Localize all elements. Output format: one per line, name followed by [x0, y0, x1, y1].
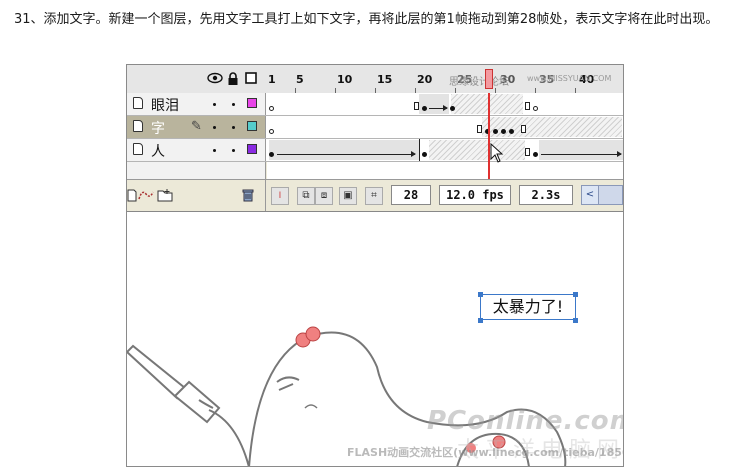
lock-icon[interactable] [227, 72, 239, 89]
mouse-cursor-icon [490, 143, 504, 163]
tween-span [269, 140, 419, 160]
layer-label: 字 [151, 121, 165, 137]
frame-end-marker[interactable] [414, 102, 419, 110]
motion-tween-arrow [429, 105, 448, 111]
edit-multiple-frames-button[interactable]: ▣ [339, 187, 357, 205]
keyframe[interactable] [509, 129, 514, 134]
layer-color-swatch[interactable] [247, 121, 257, 131]
flash-editor-window: 1 5 10 15 20 25 30 35 40 思缘设计论坛 www.MISS… [126, 64, 624, 467]
layer-row-person[interactable]: 人 [127, 139, 623, 162]
layer-icon [133, 143, 143, 155]
playhead-line [488, 93, 490, 185]
frame-track[interactable] [267, 93, 623, 115]
layer-label: 人 [151, 144, 165, 160]
selection-handle[interactable] [478, 292, 483, 297]
visibility-dot[interactable] [213, 149, 216, 152]
keyframe[interactable] [269, 152, 274, 157]
stage-text-field[interactable]: 太暴力了! [480, 294, 576, 320]
timeline-footer: ⏽ ⧉ ⧈ ▣ ⌗ 28 12.0 fps 2.3s < [127, 179, 623, 212]
layer-icon [133, 97, 143, 109]
static-span [429, 140, 525, 160]
frame-end-marker[interactable] [521, 125, 526, 133]
ruler-watermark: 思缘设计论坛 [449, 77, 509, 88]
tween-span [419, 94, 449, 114]
keyframe-divider [419, 139, 420, 161]
instruction-text: 31、添加文字。新建一个图层，先用文字工具打上如下文字，再将此层的第1帧拖动到第… [14, 12, 719, 27]
layer-color-swatch[interactable] [247, 98, 257, 108]
forum-watermark: FLASH动画交流社区(www.linecg.com/tieba/1856) [347, 446, 624, 459]
horizontal-scrollbar[interactable]: < [581, 185, 623, 205]
selection-handle[interactable] [573, 292, 578, 297]
keyframe[interactable] [493, 129, 498, 134]
layer-icon [133, 120, 143, 132]
layer-controls [127, 180, 266, 212]
ruler-watermark-url: www.MISSYUAN.COM [527, 74, 612, 83]
ruler-number: 5 [296, 73, 304, 86]
motion-tween-arrow [277, 151, 416, 157]
keyframe[interactable] [422, 152, 427, 157]
ruler-number: 10 [337, 73, 353, 86]
selection-handle[interactable] [573, 318, 578, 323]
timeline-header: 1 5 10 15 20 25 30 35 40 思缘设计论坛 www.MISS… [127, 65, 623, 94]
layer-name-cell[interactable]: 字 ✎ [127, 116, 266, 138]
blank-keyframe[interactable] [533, 106, 538, 111]
static-span [451, 94, 523, 114]
layer-color-swatch[interactable] [247, 144, 257, 154]
blank-keyframe[interactable] [269, 106, 274, 111]
trash-icon[interactable] [241, 188, 255, 206]
layer-list-empty [127, 162, 266, 179]
add-folder-icon[interactable] [157, 188, 173, 206]
static-span [482, 117, 622, 137]
blank-keyframe[interactable] [269, 129, 274, 134]
onion-skin-outlines-button[interactable]: ⧈ [315, 187, 333, 205]
stage-canvas[interactable]: 太暴力了! PConline.com.cn 太平洋电脑网 FLASH动画交流社区… [127, 211, 624, 466]
pencil-icon: ✎ [191, 119, 202, 134]
tween-span [539, 140, 623, 160]
frame-area-empty [267, 162, 623, 179]
onion-skin-button[interactable]: ⧉ [297, 187, 315, 205]
lock-dot[interactable] [232, 149, 235, 152]
keyframe[interactable] [450, 106, 455, 111]
layer-name-cell[interactable]: 眼泪 [127, 93, 266, 115]
lock-dot[interactable] [232, 126, 235, 129]
ruler-number: 20 [417, 73, 433, 86]
frame-rate-field[interactable]: 12.0 fps [439, 185, 511, 205]
ruler-number: 1 [268, 73, 276, 86]
layer-row-text[interactable]: 字 ✎ [127, 116, 623, 139]
center-frame-button[interactable]: ⏽ [271, 187, 289, 205]
elapsed-time-field: 2.3s [519, 185, 573, 205]
add-layer-icon[interactable] [127, 188, 137, 206]
layer-column-header [127, 65, 265, 93]
frame-end-marker[interactable] [525, 148, 530, 156]
current-frame-field: 28 [391, 185, 431, 205]
modify-onion-markers-button[interactable]: ⌗ [365, 187, 383, 205]
keyframe[interactable] [533, 152, 538, 157]
ruler-number: 15 [377, 73, 393, 86]
selection-handle[interactable] [478, 318, 483, 323]
timeline-panel: 1 5 10 15 20 25 30 35 40 思缘设计论坛 www.MISS… [127, 65, 623, 212]
keyframe[interactable] [501, 129, 506, 134]
frame-track[interactable] [267, 116, 623, 138]
motion-tween-arrow [541, 151, 622, 157]
layer-name-cell[interactable]: 人 [127, 139, 266, 161]
playhead[interactable] [485, 69, 493, 89]
outline-icon[interactable] [245, 72, 257, 87]
visibility-dot[interactable] [213, 103, 216, 106]
frame-track[interactable] [267, 139, 623, 161]
keyframe[interactable] [422, 106, 427, 111]
layer-label: 眼泪 [151, 98, 179, 114]
add-guide-layer-icon[interactable] [138, 188, 154, 206]
layer-row-tears[interactable]: 眼泪 [127, 93, 623, 116]
scroll-left-button[interactable]: < [582, 186, 599, 204]
visibility-dot[interactable] [213, 126, 216, 129]
frame-end-marker[interactable] [525, 102, 530, 110]
lock-dot[interactable] [232, 103, 235, 106]
eye-icon[interactable] [207, 72, 223, 87]
frame-end-marker[interactable] [477, 125, 482, 133]
